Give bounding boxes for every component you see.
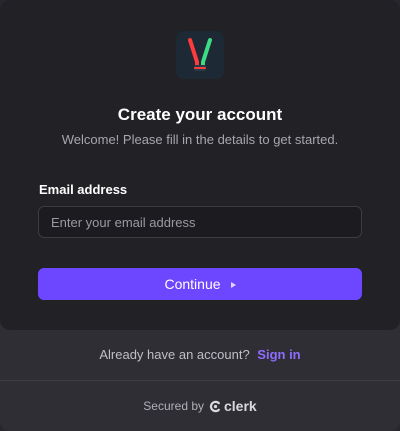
continue-button-label: Continue <box>164 276 221 292</box>
clerk-logo-icon <box>209 400 220 412</box>
signup-card-main: Create your account Welcome! Please fill… <box>0 0 400 330</box>
secured-by-row: Secured by clerk <box>0 398 400 414</box>
email-label: Email address <box>39 182 128 197</box>
page-title: Create your account <box>117 105 283 124</box>
signin-link[interactable]: Sign in <box>257 347 300 362</box>
secured-by-label: Secured by <box>143 399 204 413</box>
signin-prompt: Already have an account? <box>99 347 250 362</box>
signin-row: Already have an account? Sign in <box>0 346 400 364</box>
page-subtitle: Welcome! Please fill in the details to g… <box>61 132 339 147</box>
email-input[interactable] <box>38 206 362 238</box>
footer-divider <box>0 380 400 381</box>
continue-button[interactable]: Continue <box>38 268 362 300</box>
signup-card: Create your account Welcome! Please fill… <box>0 0 400 431</box>
clerk-brand-text: clerk <box>224 398 257 414</box>
clerk-logo[interactable]: clerk <box>209 398 257 414</box>
app-logo-icon <box>176 31 224 79</box>
play-icon <box>230 281 236 288</box>
